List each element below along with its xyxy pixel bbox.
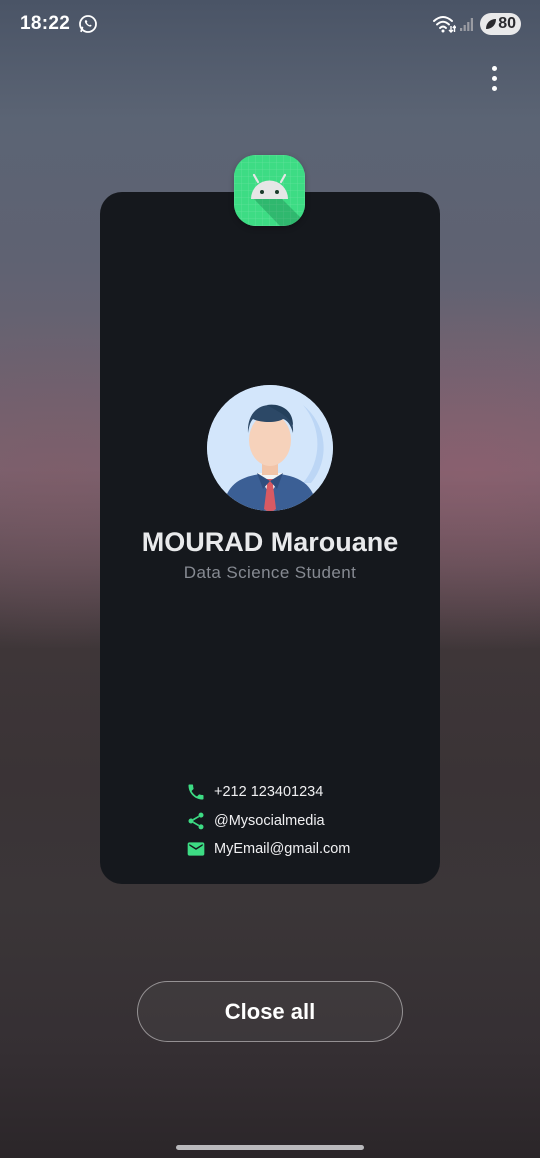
signal-icon bbox=[460, 18, 473, 31]
more-vertical-icon bbox=[491, 65, 497, 71]
whatsapp-icon bbox=[79, 15, 97, 33]
contact-social-text: @Mysocialmedia bbox=[214, 813, 325, 829]
close-all-button[interactable]: Close all bbox=[137, 981, 403, 1042]
app-icon-button[interactable] bbox=[234, 155, 305, 226]
wifi-icon bbox=[433, 16, 456, 33]
more-options-button[interactable] bbox=[480, 62, 508, 94]
businessman-avatar-icon bbox=[207, 385, 333, 511]
contact-social: @Mysocialmedia bbox=[186, 810, 325, 832]
home-gesture-bar[interactable] bbox=[176, 1145, 364, 1150]
status-bar: 18:22 80 bbox=[0, 0, 540, 48]
share-icon bbox=[188, 812, 204, 830]
profile-name: MOURAD Marouane bbox=[141, 527, 399, 557]
phone-icon bbox=[188, 784, 204, 800]
android-icon bbox=[234, 155, 305, 226]
contact-phone-text: +212 123401234 bbox=[214, 784, 324, 800]
contact-phone: +212 123401234 bbox=[186, 781, 323, 803]
battery-indicator: 80 bbox=[480, 13, 521, 35]
contact-email: MyEmail@gmail.com bbox=[186, 838, 350, 860]
power-saving-icon bbox=[486, 19, 496, 29]
profile-title: Data Science Student bbox=[183, 563, 357, 582]
contact-email-text: MyEmail@gmail.com bbox=[214, 841, 351, 857]
email-icon bbox=[187, 842, 205, 856]
battery-level: 80 bbox=[498, 15, 516, 32]
status-time: 18:22 bbox=[20, 13, 71, 34]
profile-avatar bbox=[207, 385, 333, 511]
